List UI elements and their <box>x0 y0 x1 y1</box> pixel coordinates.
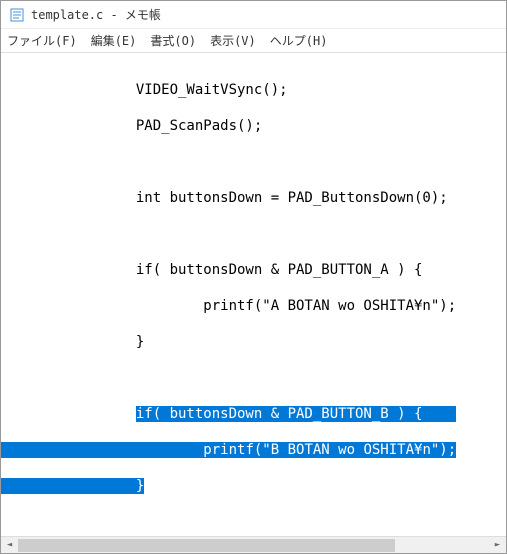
menu-file[interactable]: ファイル(F) <box>7 32 77 49</box>
menu-edit[interactable]: 編集(E) <box>91 32 137 49</box>
code-line <box>1 369 506 387</box>
selection: printf("B BOTAN wo OSHITA¥n"); <box>68 442 456 458</box>
scroll-track[interactable] <box>18 537 489 554</box>
title-bar[interactable]: template.c - メモ帳 <box>1 1 506 29</box>
code-line <box>1 153 506 171</box>
menu-bar: ファイル(F) 編集(E) 書式(O) 表示(V) ヘルプ(H) <box>1 29 506 53</box>
horizontal-scrollbar[interactable]: ◄ ► <box>1 536 506 553</box>
menu-help[interactable]: ヘルプ(H) <box>270 32 328 49</box>
code-line: PAD_ScanPads(); <box>1 117 506 135</box>
text-editor[interactable]: VIDEO_WaitVSync(); PAD_ScanPads(); int b… <box>1 53 506 536</box>
code-line <box>1 513 506 531</box>
code-line: VIDEO_WaitVSync(); <box>1 81 506 99</box>
code-line: printf("B BOTAN wo OSHITA¥n"); <box>1 441 506 459</box>
selection <box>1 478 136 494</box>
code-line: printf("A BOTAN wo OSHITA¥n"); <box>1 297 506 315</box>
code-line: if( buttonsDown & PAD_BUTTON_B ) { <box>1 405 506 423</box>
menu-format[interactable]: 書式(O) <box>150 32 196 49</box>
scroll-thumb[interactable] <box>18 539 395 552</box>
code-line: int buttonsDown = PAD_ButtonsDown(0); <box>1 189 506 207</box>
scroll-right-icon[interactable]: ► <box>489 537 506 554</box>
selection: } <box>136 478 144 494</box>
code-line: } <box>1 333 506 351</box>
selection: if( buttonsDown & PAD_BUTTON_B ) { <box>136 406 456 422</box>
code-line: if( buttonsDown & PAD_BUTTON_A ) { <box>1 261 506 279</box>
selection <box>1 442 68 458</box>
window-title: template.c - メモ帳 <box>31 6 161 23</box>
notepad-icon <box>9 7 25 23</box>
code-line <box>1 225 506 243</box>
code-line: } <box>1 477 506 495</box>
menu-view[interactable]: 表示(V) <box>210 32 256 49</box>
scroll-left-icon[interactable]: ◄ <box>1 537 18 554</box>
